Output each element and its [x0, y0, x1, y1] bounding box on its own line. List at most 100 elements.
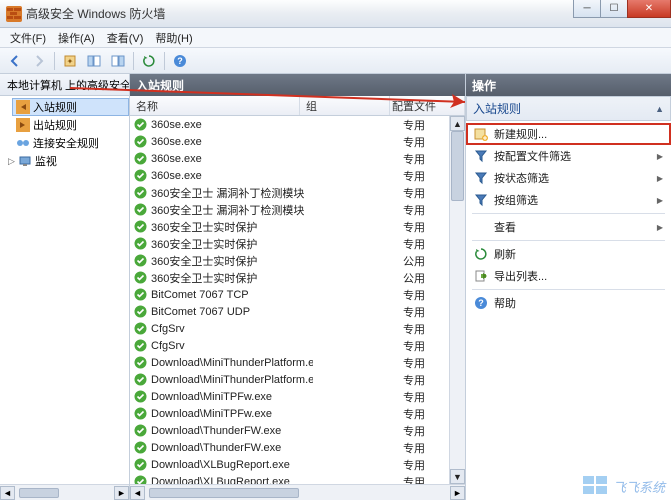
action-label: 按配置文件筛选 — [494, 148, 571, 164]
window-buttons: ─ ☐ ✕ — [574, 0, 671, 18]
scrollbar-track[interactable] — [450, 131, 465, 469]
filter-icon — [474, 149, 488, 163]
rule-row[interactable]: Download\ThunderFW.exe专用 — [130, 439, 465, 456]
help-icon: ? — [474, 296, 488, 310]
rule-row[interactable]: 360安全卫士实时保护公用 — [130, 269, 465, 286]
action-export[interactable]: 导出列表... — [466, 265, 671, 287]
rule-name: 360安全卫士实时保护 — [151, 219, 313, 235]
scrollbar-thumb[interactable] — [19, 488, 59, 498]
menu-action[interactable]: 操作(A) — [52, 28, 101, 48]
action-new-rule[interactable]: 新建规则... — [466, 123, 671, 145]
rule-row[interactable]: Download\MiniThunderPlatform.exe专用 — [130, 354, 465, 371]
rule-row[interactable]: 360se.exe专用 — [130, 133, 465, 150]
action-filter-state[interactable]: 按状态筛选 ▶ — [466, 167, 671, 189]
allow-icon — [134, 424, 147, 437]
rule-row[interactable]: CfgSrv专用 — [130, 337, 465, 354]
refresh-icon — [474, 247, 488, 261]
action-label: 刷新 — [494, 246, 516, 262]
scroll-left-icon[interactable]: ◄ — [130, 486, 145, 500]
rule-name: BitComet 7067 UDP — [151, 306, 313, 318]
scroll-up-icon[interactable]: ▲ — [450, 116, 465, 131]
separator — [54, 52, 55, 70]
rule-name: 360se.exe — [151, 153, 313, 165]
action-label: 查看 — [494, 219, 516, 235]
rule-row[interactable]: BitComet 7067 UDP专用 — [130, 303, 465, 320]
menu-file[interactable]: 文件(F) — [4, 28, 52, 48]
rule-row[interactable]: CfgSrv专用 — [130, 320, 465, 337]
menu-view[interactable]: 查看(V) — [101, 28, 150, 48]
tree-node-label: 出站规则 — [33, 117, 77, 133]
tree-node-outbound[interactable]: 出站规则 — [12, 116, 129, 134]
allow-icon — [134, 118, 147, 131]
col-group-header[interactable]: 组 — [300, 96, 390, 115]
rule-row[interactable]: 360安全卫士实时保护专用 — [130, 235, 465, 252]
tree-pane: 本地计算机 上的高级安全 Win 入站规则 出站规则 连接安全规则 ▷ 监视 ◄ — [0, 74, 130, 500]
tree-node-inbound[interactable]: 入站规则 — [12, 98, 129, 116]
col-name-header[interactable]: 名称 — [130, 96, 300, 115]
tree-header: 本地计算机 上的高级安全 Win — [0, 74, 129, 96]
titlebar: 高级安全 Windows 防火墙 ─ ☐ ✕ — [0, 0, 671, 28]
maximize-button[interactable]: ☐ — [600, 0, 628, 18]
rule-row[interactable]: 360安全卫士 漏洞补丁检测模块专用 — [130, 184, 465, 201]
tree-expander-icon[interactable]: ▷ — [8, 156, 15, 167]
help-toolbar-icon[interactable]: ? — [169, 50, 191, 72]
actions-section-header[interactable]: 入站规则 ▲ — [466, 96, 671, 121]
svg-text:✦: ✦ — [67, 57, 74, 66]
back-button[interactable] — [4, 50, 26, 72]
minimize-button[interactable]: ─ — [573, 0, 601, 18]
rule-row[interactable]: Download\MiniTPFw.exe专用 — [130, 405, 465, 422]
rule-name: 360安全卫士实时保护 — [151, 236, 313, 252]
rule-row[interactable]: 360se.exe专用 — [130, 150, 465, 167]
rule-row[interactable]: Download\XLBugReport.exe专用 — [130, 473, 465, 484]
rule-name: 360安全卫士 漏洞补丁检测模块 — [151, 185, 313, 201]
rule-row[interactable]: BitComet 7067 TCP专用 — [130, 286, 465, 303]
scrollbar-thumb[interactable] — [451, 131, 464, 201]
separator — [472, 213, 665, 214]
menu-help[interactable]: 帮助(H) — [149, 28, 198, 48]
tree-node-monitor[interactable]: ▷ 监视 — [4, 152, 129, 170]
separator — [164, 52, 165, 70]
scroll-right-icon[interactable]: ► — [450, 486, 465, 500]
action-filter-profile[interactable]: 按配置文件筛选 ▶ — [466, 145, 671, 167]
rule-row[interactable]: Download\XLBugReport.exe专用 — [130, 456, 465, 473]
forward-button[interactable] — [28, 50, 50, 72]
allow-icon — [134, 339, 147, 352]
scroll-left-icon[interactable]: ◄ — [0, 486, 15, 500]
rule-row[interactable]: Download\MiniThunderPlatform.exe专用 — [130, 371, 465, 388]
action-label: 新建规则... — [494, 126, 547, 142]
allow-icon — [134, 288, 147, 301]
rule-row[interactable]: 360安全卫士实时保护公用 — [130, 252, 465, 269]
show-hide-actions-icon[interactable] — [107, 50, 129, 72]
rule-row[interactable]: Download\ThunderFW.exe专用 — [130, 422, 465, 439]
refresh-toolbar-icon[interactable] — [138, 50, 160, 72]
tree-node-consec[interactable]: 连接安全规则 — [12, 134, 129, 152]
rule-name: 360安全卫士实时保护 — [151, 270, 313, 286]
rule-row[interactable]: Download\MiniTPFw.exe专用 — [130, 388, 465, 405]
allow-icon — [134, 390, 147, 403]
tree-hscrollbar[interactable]: ◄ ► — [0, 484, 129, 500]
list-vscrollbar[interactable]: ▲ ▼ — [449, 116, 465, 484]
list-hscrollbar[interactable]: ◄ ► — [130, 484, 465, 500]
rule-row[interactable]: 360安全卫士实时保护专用 — [130, 218, 465, 235]
blank-icon — [474, 220, 488, 234]
action-refresh[interactable]: 刷新 — [466, 243, 671, 265]
center-pane: 入站规则 名称 组 配置文件 360se.exe专用360se.exe专用360… — [130, 74, 466, 500]
rule-row[interactable]: 360se.exe专用 — [130, 167, 465, 184]
new-rule-toolbar-icon[interactable]: ✦ — [59, 50, 81, 72]
action-view[interactable]: 查看 ▶ — [466, 216, 671, 238]
svg-text:?: ? — [478, 298, 484, 308]
rule-row[interactable]: 360安全卫士 漏洞补丁检测模块专用 — [130, 201, 465, 218]
close-button[interactable]: ✕ — [627, 0, 671, 18]
action-help[interactable]: ? 帮助 — [466, 292, 671, 314]
rule-name: 360安全卫士实时保护 — [151, 253, 313, 269]
action-filter-group[interactable]: 按组筛选 ▶ — [466, 189, 671, 211]
monitor-icon — [18, 154, 32, 168]
separator — [472, 240, 665, 241]
col-profile-header[interactable]: 配置文件 — [390, 96, 465, 115]
scroll-right-icon[interactable]: ► — [114, 486, 129, 500]
scrollbar-thumb[interactable] — [149, 488, 299, 498]
show-hide-tree-icon[interactable] — [83, 50, 105, 72]
rule-row[interactable]: 360se.exe专用 — [130, 116, 465, 133]
submenu-arrow-icon: ▶ — [657, 223, 663, 232]
scroll-down-icon[interactable]: ▼ — [450, 469, 465, 484]
